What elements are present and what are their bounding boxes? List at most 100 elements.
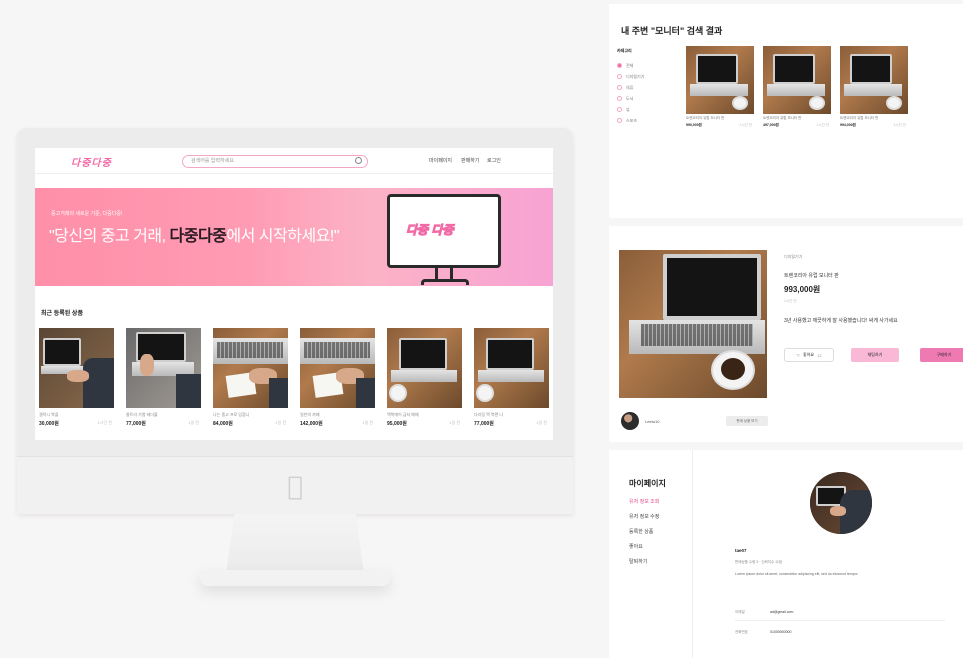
menu-edit-user-info[interactable]: 유저 정보 수정 bbox=[629, 513, 659, 520]
product-card[interactable]: 일반의 까페 142,000원 1일 전 bbox=[300, 328, 375, 427]
product-name: 갤럭시 북플 bbox=[39, 412, 59, 417]
radio-icon[interactable] bbox=[617, 74, 622, 79]
search-result-name: 트렌코리아 유럽 모니터 판 bbox=[840, 116, 879, 120]
phone-value: 01000000000 bbox=[770, 630, 792, 634]
banner-title: "당신의 중고 거래, 다중다중에서 시작하세요!" bbox=[49, 222, 340, 246]
category-label: 스포츠 bbox=[626, 117, 638, 123]
radio-icon[interactable] bbox=[617, 63, 622, 68]
profile-stats: 판매상품 수량 3 · 신뢰지수 11점 bbox=[735, 560, 783, 564]
product-image bbox=[126, 328, 201, 408]
menu-my-products[interactable]: 등록한 상품 bbox=[629, 528, 653, 535]
like-label: 좋아요 bbox=[803, 352, 815, 357]
profile-avatar bbox=[810, 472, 872, 534]
seller-name[interactable]: Leetu10 bbox=[645, 419, 659, 424]
nav-login-link[interactable]: 로그인 bbox=[487, 157, 501, 164]
product-time: 1일 전 bbox=[188, 420, 199, 425]
search-placeholder: 검색어를 입력하세요 bbox=[191, 158, 234, 164]
search-result-time: 1시간 전 bbox=[816, 123, 829, 127]
banner-monitor-base bbox=[421, 279, 469, 285]
profile-username: tae07 bbox=[735, 548, 747, 553]
product-card[interactable]: 갤럭시 북플 30,000원 1시간 전 bbox=[39, 328, 114, 427]
product-card[interactable]: 나는 중고 프로 입합니 84,000원 1일 전 bbox=[213, 328, 288, 427]
site-header: 다중다중 검색어를 입력하세요 마이페이지 판매하기 로그인 bbox=[35, 148, 553, 174]
radio-icon[interactable] bbox=[617, 96, 622, 101]
imac-stand bbox=[226, 514, 364, 574]
product-time: 1시간 전 bbox=[97, 420, 112, 425]
product-card[interactable]: 울트라 가볍 테더블 77,000원 1일 전 bbox=[126, 328, 201, 427]
menu-withdraw[interactable]: 탈퇴하기 bbox=[629, 558, 647, 565]
search-results-title: 내 주변 "모니터" 검색 결과 bbox=[621, 26, 723, 36]
banner-title-suffix: 에서 시작하세요!" bbox=[226, 228, 340, 245]
radio-icon[interactable] bbox=[617, 118, 622, 123]
nav-sell-link[interactable]: 판매하기 bbox=[461, 157, 479, 164]
search-result-name: 트렌코리아 유럽 모니터 판 bbox=[763, 116, 802, 120]
category-option-beauty[interactable]: 뷰 bbox=[617, 104, 679, 115]
chat-button[interactable]: 채팅하기 bbox=[851, 348, 899, 362]
search-input[interactable]: 검색어를 입력하세요 bbox=[182, 155, 368, 168]
product-time: 1일 전 bbox=[362, 420, 373, 425]
product-detail-image bbox=[619, 250, 767, 398]
search-result-time: 1시간 전 bbox=[739, 123, 752, 127]
banner-monitor-logo: 다중 다중 bbox=[406, 223, 454, 238]
banner-title-prefix: "당신의 중고 거래, bbox=[49, 228, 170, 245]
search-result-image bbox=[840, 46, 908, 114]
category-filter-heading: 카테고리 bbox=[617, 48, 632, 53]
search-result-card[interactable]: 트렌코리아 유럽 모니터 판 497,000원 1시간 전 bbox=[763, 46, 831, 128]
product-time: 1일 전 bbox=[536, 420, 547, 425]
search-result-card[interactable]: 트렌코리아 유럽 모니터 판 994,000원 1시간 전 bbox=[840, 46, 908, 128]
product-price: 993,000원 bbox=[784, 285, 821, 294]
search-result-image bbox=[686, 46, 754, 114]
chat-button-label: 채팅하기 bbox=[867, 352, 883, 357]
site-logo[interactable]: 다중다중 bbox=[71, 154, 112, 169]
menu-user-info[interactable]: 유저 정보 조회 bbox=[629, 498, 659, 505]
product-category: 디지털기기 bbox=[784, 254, 803, 259]
radio-icon[interactable] bbox=[617, 85, 622, 90]
recent-products-title: 최근 등록된 상품 bbox=[41, 311, 83, 317]
product-name: 울트라 가볍 테더블 bbox=[126, 412, 158, 417]
seller-products-button[interactable]: 판매 상품 보기 bbox=[726, 416, 768, 426]
product-name: 맥북에어 급처 매매 bbox=[387, 412, 419, 417]
category-option-books[interactable]: 도서 bbox=[617, 93, 679, 104]
product-card[interactable]: 맥북에어 급처 매매 95,000원 1일 전 bbox=[387, 328, 462, 427]
product-name: 나는 중고 프로 입합니 bbox=[213, 412, 250, 417]
field-divider bbox=[735, 620, 945, 621]
buy-button[interactable]: 구매하기 bbox=[920, 348, 963, 362]
product-title: 트렌코리아 유럽 모니터 판 bbox=[784, 273, 839, 279]
product-description: 3년 사용했고 깨끗하게 잘 사용했습니다! 싸게 사가세요 bbox=[784, 318, 898, 324]
product-image bbox=[474, 328, 549, 408]
search-result-card[interactable]: 트렌코리아 유럽 모니터 판 990,000원 1시간 전 bbox=[686, 46, 754, 128]
profile-bio: Lorem ipsum dolor sit amet, consectetur … bbox=[735, 572, 858, 576]
category-label: 도서 bbox=[626, 95, 634, 101]
radio-icon[interactable] bbox=[617, 107, 622, 112]
search-result-time: 1시간 전 bbox=[893, 123, 906, 127]
apple-logo-icon:  bbox=[280, 472, 310, 502]
product-card[interactable]: 다라링 맥 북렌 나 77,000원 1일 전 bbox=[474, 328, 549, 427]
email-label: 이메일 bbox=[735, 610, 745, 614]
like-button[interactable]: ♡ 좋아요 12 bbox=[784, 348, 834, 362]
mypage-title: 마이페이지 bbox=[629, 479, 666, 488]
product-name: 다라링 맥 북렌 나 bbox=[474, 412, 504, 417]
product-image bbox=[39, 328, 114, 408]
phone-label: 전화번호 bbox=[735, 630, 748, 634]
buy-button-label: 구매하기 bbox=[936, 352, 952, 357]
category-filter: 카테고리 전체 디지털기기 의류 도서 뷰 스포츠 bbox=[617, 48, 679, 142]
search-icon[interactable] bbox=[355, 157, 362, 164]
category-option-digital[interactable]: 디지털기기 bbox=[617, 71, 679, 82]
like-count: 12 bbox=[817, 352, 822, 358]
banner-title-brand: 다중다중 bbox=[169, 228, 227, 245]
product-image bbox=[300, 328, 375, 408]
category-option-clothes[interactable]: 의류 bbox=[617, 82, 679, 93]
nav-mypage-link[interactable]: 마이페이지 bbox=[429, 157, 452, 164]
product-time: 1일 전 bbox=[449, 420, 460, 425]
search-result-image bbox=[763, 46, 831, 114]
product-time: 1일 전 bbox=[275, 420, 286, 425]
product-time: 1시간 전 bbox=[784, 299, 797, 303]
category-option-sports[interactable]: 스포츠 bbox=[617, 115, 679, 126]
search-result-name: 트렌코리아 유럽 모니터 판 bbox=[686, 116, 725, 120]
category-option-all[interactable]: 전체 bbox=[617, 60, 679, 71]
search-results-panel: 내 주변 "모니터" 검색 결과 카테고리 전체 디지털기기 의류 도서 뷰 스… bbox=[609, 4, 963, 218]
heart-icon: ♡ bbox=[796, 352, 801, 358]
seller-avatar[interactable] bbox=[621, 412, 639, 430]
product-detail-panel: 디지털기기 트렌코리아 유럽 모니터 판 993,000원 1시간 전 3년 사… bbox=[609, 226, 963, 442]
menu-likes[interactable]: 좋아요 bbox=[629, 543, 643, 550]
